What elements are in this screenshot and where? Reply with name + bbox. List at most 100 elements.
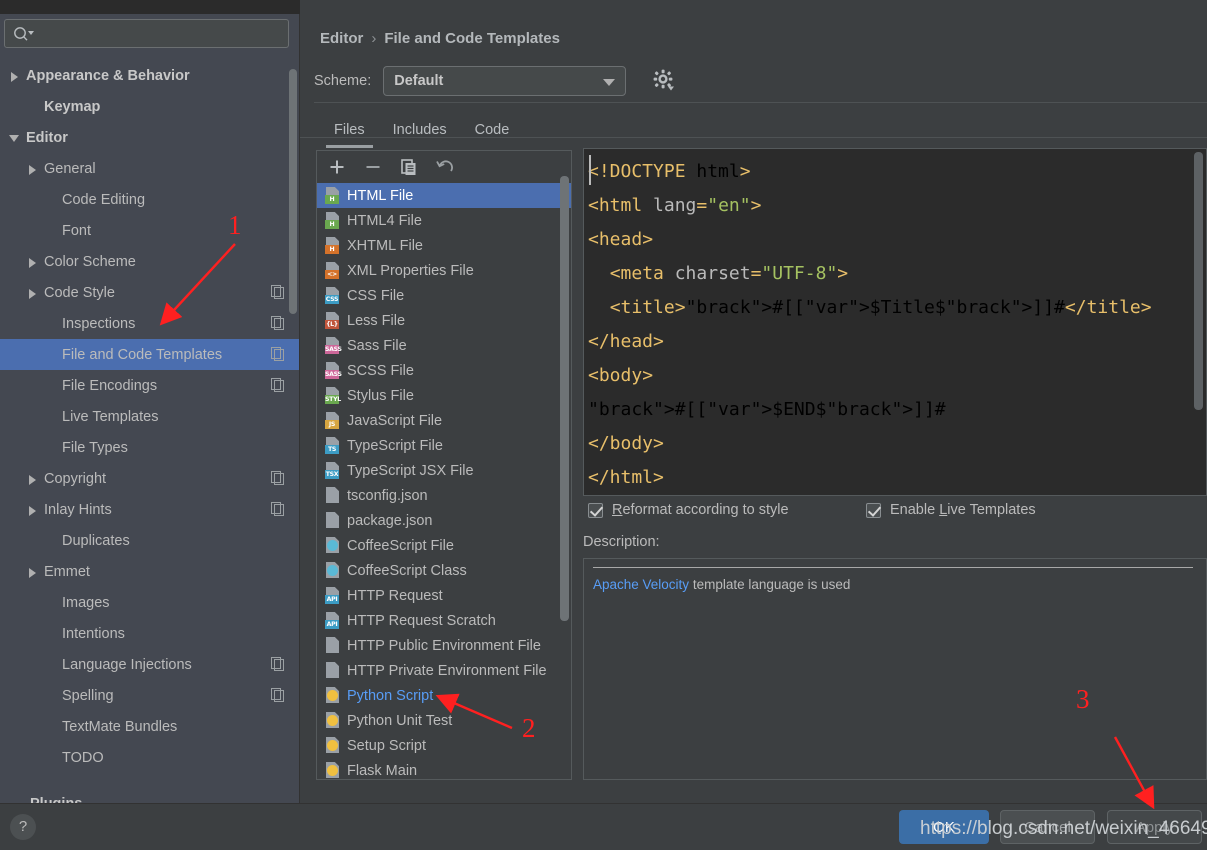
list-item[interactable]: H HTML4 File bbox=[317, 208, 571, 233]
list-item[interactable]: Python Script bbox=[317, 683, 571, 708]
chevron-right-icon[interactable] bbox=[26, 565, 40, 579]
sidebar-item-images[interactable]: Images bbox=[0, 587, 299, 618]
sidebar-item-copyright[interactable]: Copyright bbox=[0, 463, 299, 494]
add-template-button[interactable] bbox=[327, 157, 347, 177]
template-code[interactable]: <!DOCTYPE html> <html lang="en"> <head> <m… bbox=[584, 149, 1206, 495]
sidebar-item-intentions[interactable]: Intentions bbox=[0, 618, 299, 649]
list-item-label: CoffeeScript File bbox=[347, 537, 454, 554]
sidebar-item-inspections[interactable]: Inspections bbox=[0, 308, 299, 339]
sidebar-item-label: General bbox=[44, 160, 96, 177]
sidebar-item-plugins-partial[interactable]: Plugins bbox=[30, 796, 82, 803]
breadcrumb-parent[interactable]: Editor bbox=[320, 30, 363, 47]
tsx-file-icon: TSX bbox=[325, 462, 341, 479]
coffeescript-icon bbox=[325, 562, 341, 579]
python-file-icon bbox=[325, 687, 341, 704]
sidebar-item-duplicates[interactable]: Duplicates bbox=[0, 525, 299, 556]
list-item[interactable]: CoffeeScript File bbox=[317, 533, 571, 558]
list-item[interactable]: API HTTP Request Scratch bbox=[317, 608, 571, 633]
list-item[interactable]: TSX TypeScript JSX File bbox=[317, 458, 571, 483]
sidebar-item-appearance-behavior[interactable]: Appearance & Behavior bbox=[0, 60, 299, 91]
sidebar-item-file-and-code-templates[interactable]: File and Code Templates bbox=[0, 339, 299, 370]
sidebar-item-label: Code Style bbox=[44, 284, 115, 301]
chevron-right-icon[interactable] bbox=[26, 255, 40, 269]
list-item[interactable]: <> XML Properties File bbox=[317, 258, 571, 283]
help-button[interactable]: ? bbox=[10, 814, 36, 840]
apache-velocity-link[interactable]: Apache Velocity bbox=[593, 577, 689, 592]
sidebar-item-keymap[interactable]: Keymap bbox=[0, 91, 299, 122]
copy-settings-icon[interactable] bbox=[271, 688, 285, 702]
sidebar-item-editor[interactable]: Editor bbox=[0, 122, 299, 153]
remove-template-button[interactable] bbox=[363, 157, 383, 177]
copy-settings-icon[interactable] bbox=[271, 347, 285, 361]
reformat-mnemonic: R bbox=[612, 502, 623, 518]
editor-scrollbar-thumb[interactable] bbox=[1194, 152, 1203, 410]
list-item[interactable]: STYL Stylus File bbox=[317, 383, 571, 408]
list-item[interactable]: HTTP Public Environment File bbox=[317, 633, 571, 658]
chevron-right-icon[interactable] bbox=[8, 69, 22, 83]
tab-files[interactable]: Files bbox=[320, 114, 379, 148]
list-item[interactable]: H XHTML File bbox=[317, 233, 571, 258]
copy-settings-icon[interactable] bbox=[271, 285, 285, 299]
list-item[interactable]: SASS Sass File bbox=[317, 333, 571, 358]
copy-settings-icon[interactable] bbox=[271, 502, 285, 516]
list-item[interactable]: package.json bbox=[317, 508, 571, 533]
copy-settings-icon[interactable] bbox=[271, 316, 285, 330]
list-item[interactable]: HTTP Private Environment File bbox=[317, 658, 571, 683]
annotation-number-2: 2 bbox=[522, 713, 536, 743]
template-list-scrollbar-thumb[interactable] bbox=[560, 176, 569, 621]
list-item[interactable]: Flask Main bbox=[317, 758, 571, 779]
sidebar-item-color-scheme[interactable]: Color Scheme bbox=[0, 246, 299, 277]
scheme-select[interactable]: Default bbox=[383, 66, 627, 96]
sidebar-item-file-types[interactable]: File Types bbox=[0, 432, 299, 463]
chevron-right-icon[interactable] bbox=[26, 472, 40, 486]
list-item[interactable]: tsconfig.json bbox=[317, 483, 571, 508]
reformat-checkbox[interactable] bbox=[588, 502, 603, 518]
gear-icon[interactable] bbox=[653, 69, 675, 91]
sidebar-item-todo[interactable]: TODO bbox=[0, 742, 299, 773]
chevron-right-icon[interactable] bbox=[26, 286, 40, 300]
tab-bar: Files Includes Code bbox=[320, 114, 523, 148]
sidebar-item-language-injections[interactable]: Language Injections bbox=[0, 649, 299, 680]
chevron-right-icon[interactable] bbox=[26, 162, 40, 176]
sidebar-item-general[interactable]: General bbox=[0, 153, 299, 184]
sidebar-item-textmate-bundles[interactable]: TextMate Bundles bbox=[0, 711, 299, 742]
reformat-label: Reformat according to style bbox=[612, 502, 789, 518]
sidebar-item-inlay-hints[interactable]: Inlay Hints bbox=[0, 494, 299, 525]
list-item[interactable]: JS JavaScript File bbox=[317, 408, 571, 433]
copy-template-button[interactable] bbox=[399, 157, 419, 177]
sidebar-item-code-editing[interactable]: Code Editing bbox=[0, 184, 299, 215]
scheme-label: Scheme: bbox=[314, 73, 372, 89]
template-code-editor[interactable]: <!DOCTYPE html> <html lang="en"> <head> <m… bbox=[583, 148, 1207, 496]
sidebar-item-file-encodings[interactable]: File Encodings bbox=[0, 370, 299, 401]
sidebar-item-spelling[interactable]: Spelling bbox=[0, 680, 299, 711]
sass-file-icon: SASS bbox=[325, 337, 342, 354]
copy-settings-icon[interactable] bbox=[271, 378, 285, 392]
live-templates-text-rest: ive Templates bbox=[947, 502, 1036, 518]
list-item[interactable]: TS TypeScript File bbox=[317, 433, 571, 458]
list-item[interactable]: SASS SCSS File bbox=[317, 358, 571, 383]
list-item[interactable]: CoffeeScript Class bbox=[317, 558, 571, 583]
list-item[interactable]: API HTTP Request bbox=[317, 583, 571, 608]
live-templates-checkbox[interactable] bbox=[866, 502, 881, 518]
sidebar-item-emmet[interactable]: Emmet bbox=[0, 556, 299, 587]
tab-code[interactable]: Code bbox=[461, 114, 524, 148]
live-templates-checkbox-row[interactable]: Enable Live Templates bbox=[866, 502, 1036, 518]
sidebar-item-label: Emmet bbox=[44, 563, 90, 580]
code-line: <!DOCTYPE html> bbox=[588, 161, 751, 182]
sidebar-item-font[interactable]: Font bbox=[0, 215, 299, 246]
copy-settings-icon[interactable] bbox=[271, 471, 285, 485]
chevron-down-icon[interactable] bbox=[8, 131, 22, 145]
list-item[interactable]: {L} Less File bbox=[317, 308, 571, 333]
list-item[interactable]: H HTML File bbox=[317, 183, 571, 208]
less-file-icon: {L} bbox=[325, 312, 341, 329]
copy-settings-icon[interactable] bbox=[271, 657, 285, 671]
chevron-right-icon[interactable] bbox=[26, 503, 40, 517]
reset-template-button[interactable] bbox=[435, 157, 455, 177]
tab-includes[interactable]: Includes bbox=[379, 114, 461, 148]
sidebar-item-live-templates[interactable]: Live Templates bbox=[0, 401, 299, 432]
list-item[interactable]: CSS CSS File bbox=[317, 283, 571, 308]
reformat-checkbox-row[interactable]: Reformat according to style bbox=[588, 502, 789, 518]
sidebar-item-code-style[interactable]: Code Style bbox=[0, 277, 299, 308]
search-input[interactable] bbox=[4, 19, 289, 48]
sidebar-scrollbar-thumb[interactable] bbox=[289, 69, 297, 314]
